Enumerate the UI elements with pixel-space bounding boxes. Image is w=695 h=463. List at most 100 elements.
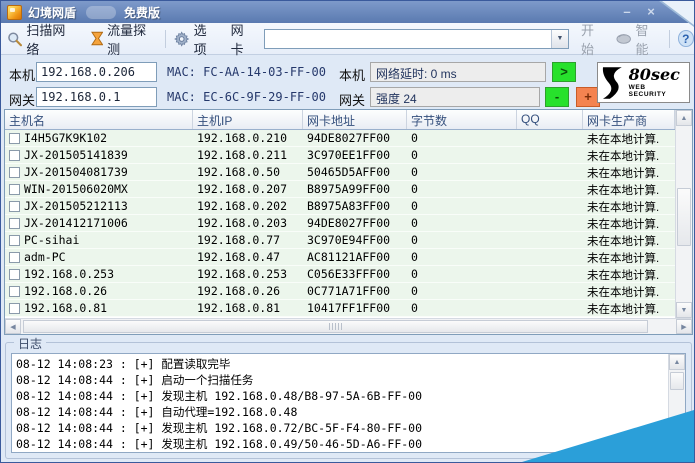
close-icon[interactable]: × xyxy=(644,5,658,19)
traffic-probe-button[interactable]: 流量探测 xyxy=(90,20,158,58)
cell-host-ip: 192.168.0.211 xyxy=(197,148,288,162)
cell-nic-vendor: 未在本地计算. xyxy=(587,253,660,265)
cell-nic-address: 50465D5AFF00 xyxy=(307,165,391,179)
row-checkbox[interactable] xyxy=(9,268,20,280)
cell-bytes: 0 xyxy=(411,301,418,315)
gear-icon xyxy=(174,30,190,47)
options-label: 选项 xyxy=(193,22,207,57)
row-checkbox[interactable] xyxy=(9,149,20,161)
screenshot-corner-artifact xyxy=(522,410,694,462)
table-row[interactable]: PC-sihai 192.168.0.77 3C970E94FF00 0 未在本… xyxy=(5,232,675,249)
cell-host-ip: 192.168.0.203 xyxy=(197,216,288,230)
latency-field: 网络延时: 0 ms xyxy=(370,62,546,82)
table-row[interactable]: JX-201504081739 192.168.0.50 50465D5AFF0… xyxy=(5,164,675,181)
local-ip-input[interactable]: 192.168.0.206 xyxy=(36,62,157,82)
row-checkbox[interactable] xyxy=(9,302,20,314)
cell-qq xyxy=(517,198,583,214)
cell-bytes: 0 xyxy=(411,250,418,264)
app-window: 幻境网盾 免费版 – × 扫描网络 流量探测 选项 网卡 ▼ 开始 智能 ? 本… xyxy=(0,0,695,463)
cell-qq xyxy=(517,300,583,316)
row-checkbox[interactable] xyxy=(9,166,20,178)
column-header-bytes[interactable]: 字节数 xyxy=(407,110,517,129)
table-header-row: 主机名 主机IP 网卡地址 字节数 QQ 网卡生产商 xyxy=(5,110,675,130)
minimize-icon[interactable]: – xyxy=(620,5,634,19)
log-title: 日志 xyxy=(14,335,47,352)
row-checkbox[interactable] xyxy=(9,234,20,246)
table-row[interactable]: 192.168.0.26 192.168.0.26 0C771A71FF00 0… xyxy=(5,283,675,300)
cell-host-ip: 192.168.0.207 xyxy=(197,182,288,196)
cell-qq xyxy=(517,181,583,197)
scroll-up-icon[interactable]: ▲ xyxy=(676,110,692,126)
vertical-scroll-thumb[interactable] xyxy=(677,188,691,246)
column-header-nic-vendor[interactable]: 网卡生产商 xyxy=(583,110,675,129)
horizontal-scroll-thumb[interactable] xyxy=(23,320,648,333)
cell-nic-vendor: 未在本地计算. xyxy=(587,151,660,163)
cell-host-ip: 192.168.0.26 xyxy=(197,284,281,298)
table-row[interactable]: I4H5G7K9K102 192.168.0.210 94DE8027FF00 … xyxy=(5,130,675,147)
log-line: 08-12 14:08:44 : [+] 启动一个扫描任务 xyxy=(16,373,254,387)
title-watermark xyxy=(86,5,117,19)
options-button[interactable]: 选项 xyxy=(174,20,218,58)
table-row[interactable]: adm-PC 192.168.0.47 AC81121AFF00 0 未在本地计… xyxy=(5,249,675,266)
toolbar-separator xyxy=(165,29,167,48)
cell-nic-vendor: 未在本地计算. xyxy=(587,168,660,180)
table-vertical-scrollbar[interactable]: ▲ ▼ xyxy=(675,110,692,318)
table-row[interactable]: 192.168.0.81 192.168.0.81 10417FF1FF00 0… xyxy=(5,300,675,317)
row-checkbox[interactable] xyxy=(9,285,20,297)
local-host-label: 本机 xyxy=(9,68,36,83)
cell-nic-address: 3C970EE1FF00 xyxy=(307,148,391,162)
80sec-logo-subtitle: WEB SECURITY xyxy=(628,84,667,98)
cell-nic-address: AC81121AFF00 xyxy=(307,250,391,264)
smart-mode-button[interactable]: 智能 xyxy=(616,20,660,58)
cell-bytes: 0 xyxy=(411,199,418,213)
cell-nic-vendor: 未在本地计算. xyxy=(587,236,660,248)
row-checkbox[interactable] xyxy=(9,183,20,195)
column-header-host-ip[interactable]: 主机IP xyxy=(193,110,303,129)
cell-nic-vendor: 未在本地计算. xyxy=(587,185,660,197)
row-checkbox[interactable] xyxy=(9,200,20,212)
cell-qq xyxy=(517,215,583,231)
column-header-qq[interactable]: QQ xyxy=(517,110,583,129)
cell-host-ip: 192.168.0.50 xyxy=(197,165,281,179)
start-button[interactable]: 开始 xyxy=(581,20,606,58)
strength-minus-button[interactable]: - xyxy=(545,87,569,107)
80sec-logo-text: 80sec xyxy=(628,65,680,84)
cell-hostname: I4H5G7K9K102 xyxy=(24,131,108,145)
cell-hostname: JX-201505212113 xyxy=(24,199,128,213)
table-horizontal-scrollbar[interactable]: ◀ ▶ xyxy=(5,318,692,334)
row-checkbox[interactable] xyxy=(9,251,20,263)
column-header-nic-address[interactable]: 网卡地址 xyxy=(303,110,407,129)
cell-nic-vendor: 未在本地计算. xyxy=(587,287,660,299)
cell-host-ip: 192.168.0.47 xyxy=(197,250,281,264)
log-scroll-thumb[interactable] xyxy=(670,372,684,390)
cell-nic-address: C056E33FFF00 xyxy=(307,267,391,281)
scroll-right-icon[interactable]: ▶ xyxy=(676,319,692,334)
cell-nic-address: B8975A83FF00 xyxy=(307,199,391,213)
row-checkbox[interactable] xyxy=(9,132,20,144)
table-row[interactable]: JX-201505141839 192.168.0.211 3C970EE1FF… xyxy=(5,147,675,164)
cell-hostname: WIN-201506020MX xyxy=(24,182,128,196)
mouse-icon xyxy=(616,34,632,44)
table-row[interactable]: JX-201412171006 192.168.0.203 94DE8027FF… xyxy=(5,215,675,232)
cell-hostname: JX-201504081739 xyxy=(24,165,128,179)
nic-combobox[interactable]: ▼ xyxy=(263,28,569,49)
scroll-up-icon[interactable]: ▲ xyxy=(669,354,685,370)
go-button[interactable]: > xyxy=(552,62,576,82)
gateway-ip-input[interactable]: 192.168.0.1 xyxy=(36,87,157,107)
cell-host-ip: 192.168.0.210 xyxy=(197,131,288,145)
scroll-left-icon[interactable]: ◀ xyxy=(5,319,21,334)
scan-network-button[interactable]: 扫描网络 xyxy=(7,20,77,58)
row-checkbox[interactable] xyxy=(9,217,20,229)
table-row[interactable]: JX-201505212113 192.168.0.202 B8975A83FF… xyxy=(5,198,675,215)
toolbar: 扫描网络 流量探测 选项 网卡 ▼ 开始 智能 ? xyxy=(1,20,694,58)
scroll-down-icon[interactable]: ▼ xyxy=(676,302,692,318)
column-header-hostname[interactable]: 主机名 xyxy=(5,110,193,129)
table-row[interactable]: WIN-201506020MX 192.168.0.207 B8975A99FF… xyxy=(5,181,675,198)
cell-bytes: 0 xyxy=(411,233,418,247)
help-icon[interactable]: ? xyxy=(677,30,694,47)
cell-nic-vendor: 未在本地计算. xyxy=(587,202,660,214)
strength-field: 强度 24 xyxy=(370,87,540,107)
log-line: 08-12 14:08:23 : [+] 配置读取完毕 xyxy=(16,357,231,371)
table-row[interactable]: 192.168.0.253 192.168.0.253 C056E33FFF00… xyxy=(5,266,675,283)
chevron-down-icon[interactable]: ▼ xyxy=(550,29,568,48)
